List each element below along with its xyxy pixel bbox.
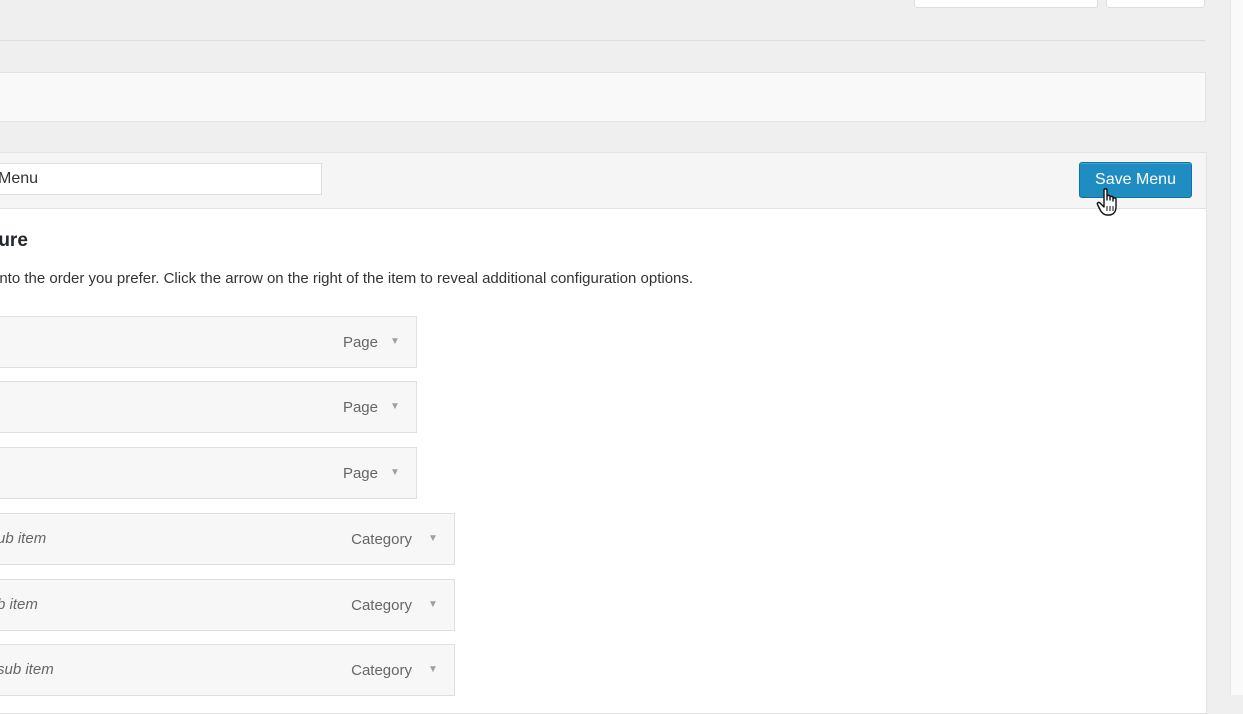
scrollbar[interactable] <box>1230 0 1243 695</box>
menu-item[interactable]: ub item Category ▼ <box>0 513 455 565</box>
menu-item-title: sub item <box>0 661 54 678</box>
menu-item[interactable]: Page ▼ <box>0 316 417 368</box>
menu-structure-title: ture <box>0 230 28 251</box>
menu-structure-description: into the order you prefer. Click the arr… <box>0 270 694 287</box>
menu-item[interactable]: Page ▼ <box>0 447 417 499</box>
menu-item-type: Page <box>342 399 378 416</box>
menu-item-type: Page <box>342 465 378 482</box>
menu-item-type: Category <box>351 531 412 548</box>
manage-menus-box <box>0 72 1206 122</box>
triangle-down-icon[interactable]: ▼ <box>387 464 403 482</box>
triangle-down-icon[interactable]: ▼ <box>387 333 403 351</box>
save-menu-button[interactable]: Save Menu <box>1079 162 1192 198</box>
menu-item-type: Category <box>351 662 412 679</box>
triangle-down-icon[interactable]: ▼ <box>425 596 441 614</box>
menu-item[interactable]: Page ▼ <box>0 381 417 433</box>
triangle-down-icon[interactable]: ▼ <box>425 661 441 679</box>
menu-item-type: Page <box>342 334 378 351</box>
triangle-down-icon[interactable]: ▼ <box>387 398 403 416</box>
menu-item[interactable]: b item Category ▼ <box>0 579 455 631</box>
menu-item[interactable]: sub item Category ▼ <box>0 644 455 696</box>
triangle-down-icon[interactable]: ▼ <box>425 530 441 548</box>
menu-item-title: ub item <box>0 530 47 547</box>
top-right-button-1[interactable] <box>914 0 1098 8</box>
header-divider <box>0 40 1205 41</box>
menu-name-input[interactable] <box>0 163 322 195</box>
menu-header: Save Menu <box>0 153 1206 209</box>
menu-item-title: b item <box>0 596 38 613</box>
top-right-button-2[interactable] <box>1106 0 1205 8</box>
menu-item-type: Category <box>351 597 412 614</box>
